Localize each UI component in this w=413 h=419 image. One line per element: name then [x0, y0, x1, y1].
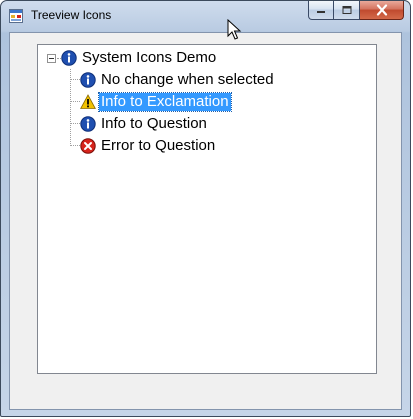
minimize-button[interactable]	[308, 1, 334, 20]
client-area: System Icons Demo No change when selecte…	[9, 32, 402, 410]
collapse-toggle[interactable]	[47, 54, 56, 63]
tree-connector	[70, 123, 80, 124]
tree-view[interactable]: System Icons Demo No change when selecte…	[37, 44, 377, 374]
tree-node-label: No change when selected	[101, 71, 274, 88]
title-bar[interactable]: Treeview Icons	[1, 1, 410, 31]
tree-node[interactable]: Info to Question	[80, 114, 209, 134]
close-button[interactable]	[360, 1, 404, 20]
tree-node-label: Info to Exclamation	[98, 92, 232, 112]
warning-icon	[80, 94, 96, 109]
tree-node-label: Error to Question	[101, 137, 216, 154]
caption-buttons	[308, 1, 404, 21]
close-icon	[376, 4, 387, 16]
info-icon	[80, 116, 96, 132]
tree-node-selected[interactable]: Info to Exclamation	[80, 92, 232, 112]
tree-node-label: Info to Question	[101, 115, 207, 132]
tree-connector	[70, 101, 80, 102]
minimize-icon	[317, 11, 325, 13]
tree-node[interactable]: No change when selected	[80, 70, 276, 90]
tree-connector	[70, 69, 71, 146]
app-window-icon[interactable]	[9, 9, 23, 23]
tree-node[interactable]: Error to Question	[80, 136, 217, 156]
window: Treeview Icons System Icons Demo No chan…	[0, 0, 411, 417]
maximize-icon	[342, 6, 351, 14]
mouse-cursor-icon	[227, 19, 242, 40]
info-icon	[80, 72, 96, 88]
tree-node-label: System Icons Demo	[82, 49, 217, 66]
tree-node-root[interactable]: System Icons Demo	[61, 48, 218, 68]
window-title: Treeview Icons	[31, 8, 112, 22]
error-icon	[80, 138, 96, 154]
maximize-button[interactable]	[334, 1, 360, 20]
tree-connector	[70, 145, 80, 146]
info-icon	[61, 50, 77, 66]
tree-connector	[70, 79, 80, 80]
